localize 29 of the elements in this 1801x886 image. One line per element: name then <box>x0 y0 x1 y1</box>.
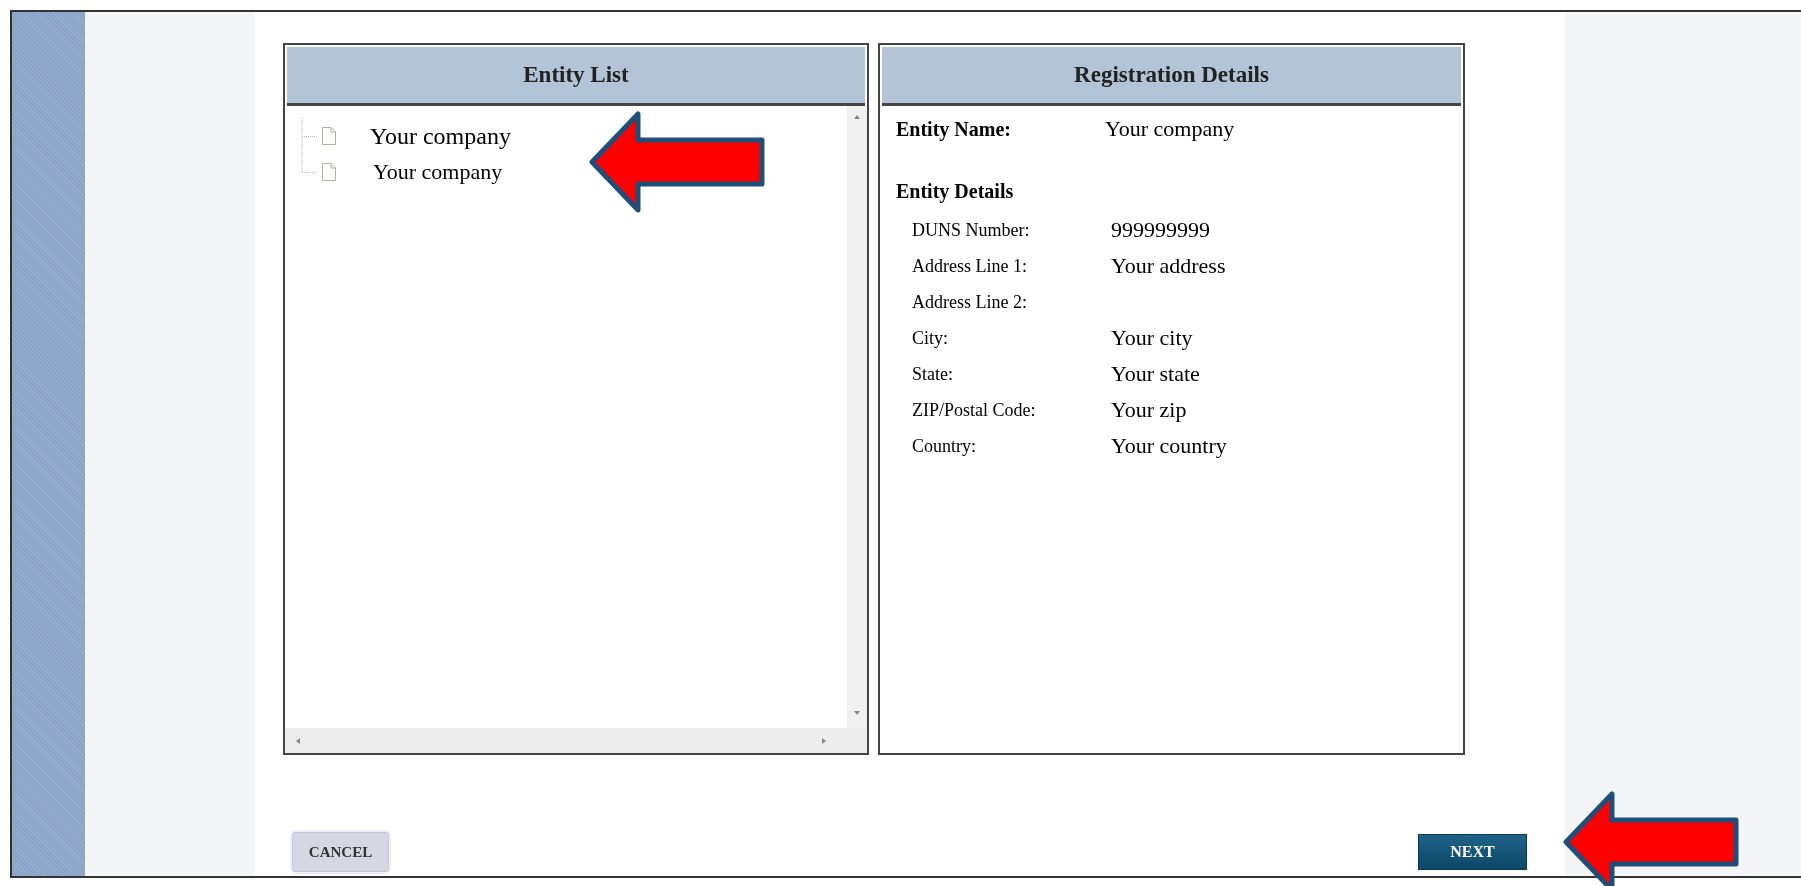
field-value: Your state <box>1111 361 1200 387</box>
field-label: Entity Name: <box>896 118 1012 141</box>
field-value: Your zip <box>1111 397 1187 423</box>
scroll-left-icon[interactable] <box>295 736 301 745</box>
horizontal-scrollbar[interactable] <box>285 728 867 753</box>
field-value: 999999999 <box>1111 217 1210 243</box>
field-label: Country: <box>912 435 977 457</box>
tree-item[interactable]: Your company <box>370 122 511 150</box>
field-value: Your company <box>1105 116 1235 142</box>
panel-title: Entity List <box>523 62 629 88</box>
scroll-right-icon[interactable] <box>821 736 827 745</box>
section-title: Entity Details <box>896 180 1015 205</box>
field-label: Address Line 1: <box>912 255 1028 277</box>
next-button[interactable]: NEXT <box>1418 834 1527 870</box>
cancel-button[interactable]: CANCEL <box>292 832 389 872</box>
field-label: ZIP/Postal Code: <box>912 399 1037 421</box>
field-value: Your address <box>1111 253 1226 279</box>
tree-item[interactable]: Your company <box>373 159 503 185</box>
scroll-up-icon[interactable] <box>853 114 861 120</box>
panel-title: Registration Details <box>1074 62 1269 88</box>
document-icon <box>321 162 337 182</box>
field-label: DUNS Number: <box>912 219 1031 241</box>
field-label: State: <box>912 363 954 385</box>
field-label: Address Line 2: <box>912 291 1028 313</box>
scroll-down-icon[interactable] <box>853 710 861 716</box>
field-value: Your country <box>1111 433 1227 459</box>
document-icon <box>321 126 337 146</box>
field-value: Your city <box>1111 325 1193 351</box>
field-label: City: <box>912 327 949 349</box>
